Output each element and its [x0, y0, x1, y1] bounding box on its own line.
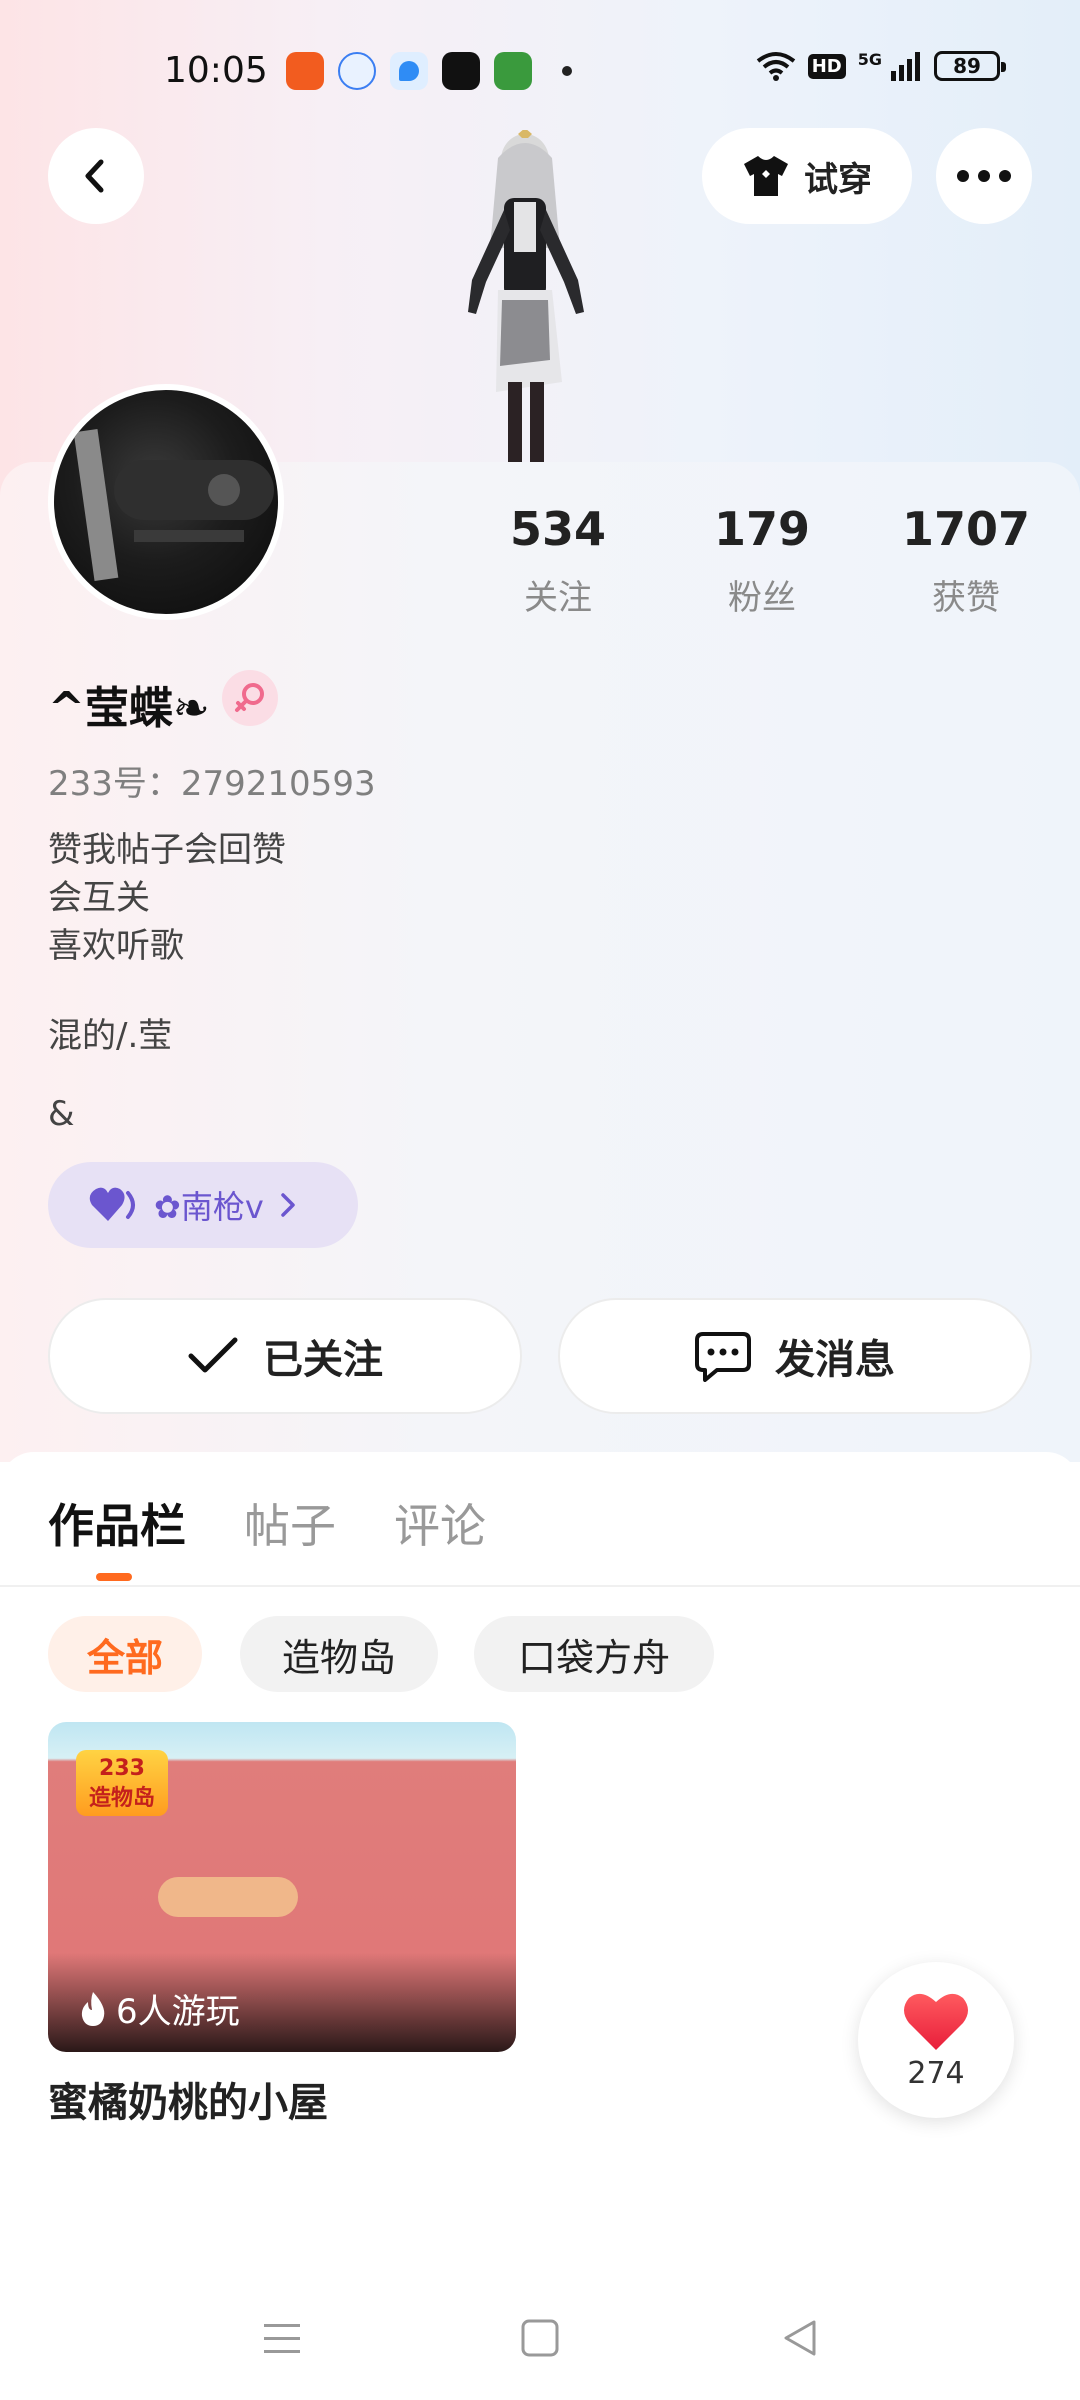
followers-label: 粉丝: [728, 578, 796, 618]
tab-comments[interactable]: 评论: [394, 1490, 486, 1556]
followers-stat[interactable]: 179 粉丝: [672, 502, 852, 619]
chevron-left-icon: [85, 159, 104, 193]
followers-count: 179: [713, 502, 811, 556]
back-nav-button[interactable]: [770, 2308, 830, 2368]
likes-count: 1707: [901, 502, 1031, 556]
tab-divider: [0, 1585, 1080, 1587]
gender-badge: [222, 670, 278, 726]
heart-icon: [904, 1993, 968, 2050]
work-thumbnail-object: [158, 1877, 298, 1917]
following-button[interactable]: 已关注: [48, 1298, 522, 1414]
account-id: 233号：279210593: [48, 764, 376, 804]
logo-number: 233: [99, 1756, 145, 1781]
network-type: 5G: [857, 50, 882, 69]
heart-icon: [89, 1187, 135, 1221]
status-bar: 10:05 HD 5G 89: [0, 0, 1080, 140]
send-message-label: 发消息: [775, 1337, 895, 1383]
chevron-right-icon: [281, 1193, 295, 1217]
system-icons: HD 5G 89: [756, 50, 1006, 82]
app-notification-icon: [286, 52, 324, 90]
work-title[interactable]: 蜜橘奶桃的小屋: [48, 2070, 328, 2128]
bio-line: 混的/.莹: [48, 1016, 173, 1056]
status-time: 10:05: [164, 50, 268, 91]
following-button-label: 已关注: [263, 1337, 383, 1383]
tab-works[interactable]: 作品栏: [48, 1490, 186, 1556]
try-on-button[interactable]: 试穿: [702, 128, 912, 224]
creation-island-logo: 233 造物岛: [76, 1750, 168, 1816]
filter-all[interactable]: 全部: [48, 1616, 202, 1692]
back-button[interactable]: [48, 128, 144, 224]
work-card[interactable]: 233 造物岛 6人游玩: [48, 1722, 516, 2052]
likes-label: 获赞: [932, 578, 1000, 618]
play-count-label: 6人游玩: [116, 1992, 240, 2032]
username: ^莹蝶❧: [48, 683, 210, 734]
flame-icon: [81, 1991, 105, 2026]
more-notifications-dot-icon: [562, 66, 572, 76]
tab-posts[interactable]: 帖子: [244, 1490, 336, 1556]
more-dots-icon: [957, 170, 1011, 182]
following-stat[interactable]: 534 关注: [468, 502, 648, 619]
likes-stat[interactable]: 1707 获赞: [876, 502, 1056, 619]
bio-line: 喜欢听歌: [48, 926, 184, 966]
filter-creation-island[interactable]: 造物岛: [240, 1616, 438, 1692]
bio-line: &: [48, 1094, 75, 1134]
app-notification-icon: [390, 52, 428, 90]
battery-indicator: 89: [934, 51, 1006, 81]
following-count: 534: [509, 502, 607, 556]
filter-pocket-ark[interactable]: 口袋方舟: [474, 1616, 714, 1692]
notification-icons: [286, 52, 572, 90]
home-button[interactable]: [510, 2308, 570, 2368]
triangle-back-icon: [784, 2320, 816, 2356]
relationship-tag-label: ✿南枪v: [154, 1188, 264, 1226]
tab-active-indicator: [96, 1573, 132, 1581]
signal-icon: [891, 52, 920, 81]
logo-text: 造物岛: [88, 1786, 155, 1811]
female-icon: [235, 683, 264, 712]
recent-apps-button[interactable]: [252, 2308, 312, 2368]
avatar-3d-character: [468, 130, 584, 462]
hd-badge: HD: [807, 53, 846, 79]
wifi-icon: [756, 52, 795, 81]
checkmark-icon: [188, 1337, 238, 1373]
avatar[interactable]: [48, 384, 284, 620]
try-on-label: 试穿: [804, 159, 872, 200]
bio-line: 会互关: [48, 878, 150, 918]
more-options-button[interactable]: [936, 128, 1032, 224]
following-label: 关注: [524, 578, 592, 618]
work-play-count: 6人游玩: [78, 1984, 240, 2033]
tiktok-notification-icon: [442, 52, 480, 90]
send-message-button[interactable]: 发消息: [558, 1298, 1032, 1414]
chat-bubble-icon: [695, 1332, 751, 1382]
like-count: 274: [907, 2055, 965, 2091]
game-notification-icon: [494, 52, 532, 90]
square-icon: [521, 2319, 559, 2357]
relationship-tag[interactable]: ✿南枪v: [48, 1162, 358, 1248]
bio-line: 赞我帖子会回赞: [48, 830, 286, 870]
like-button[interactable]: 274: [858, 1962, 1014, 2118]
baidu-notification-icon: [338, 52, 376, 90]
menu-icon: [264, 2324, 300, 2353]
tshirt-icon: [744, 156, 788, 196]
